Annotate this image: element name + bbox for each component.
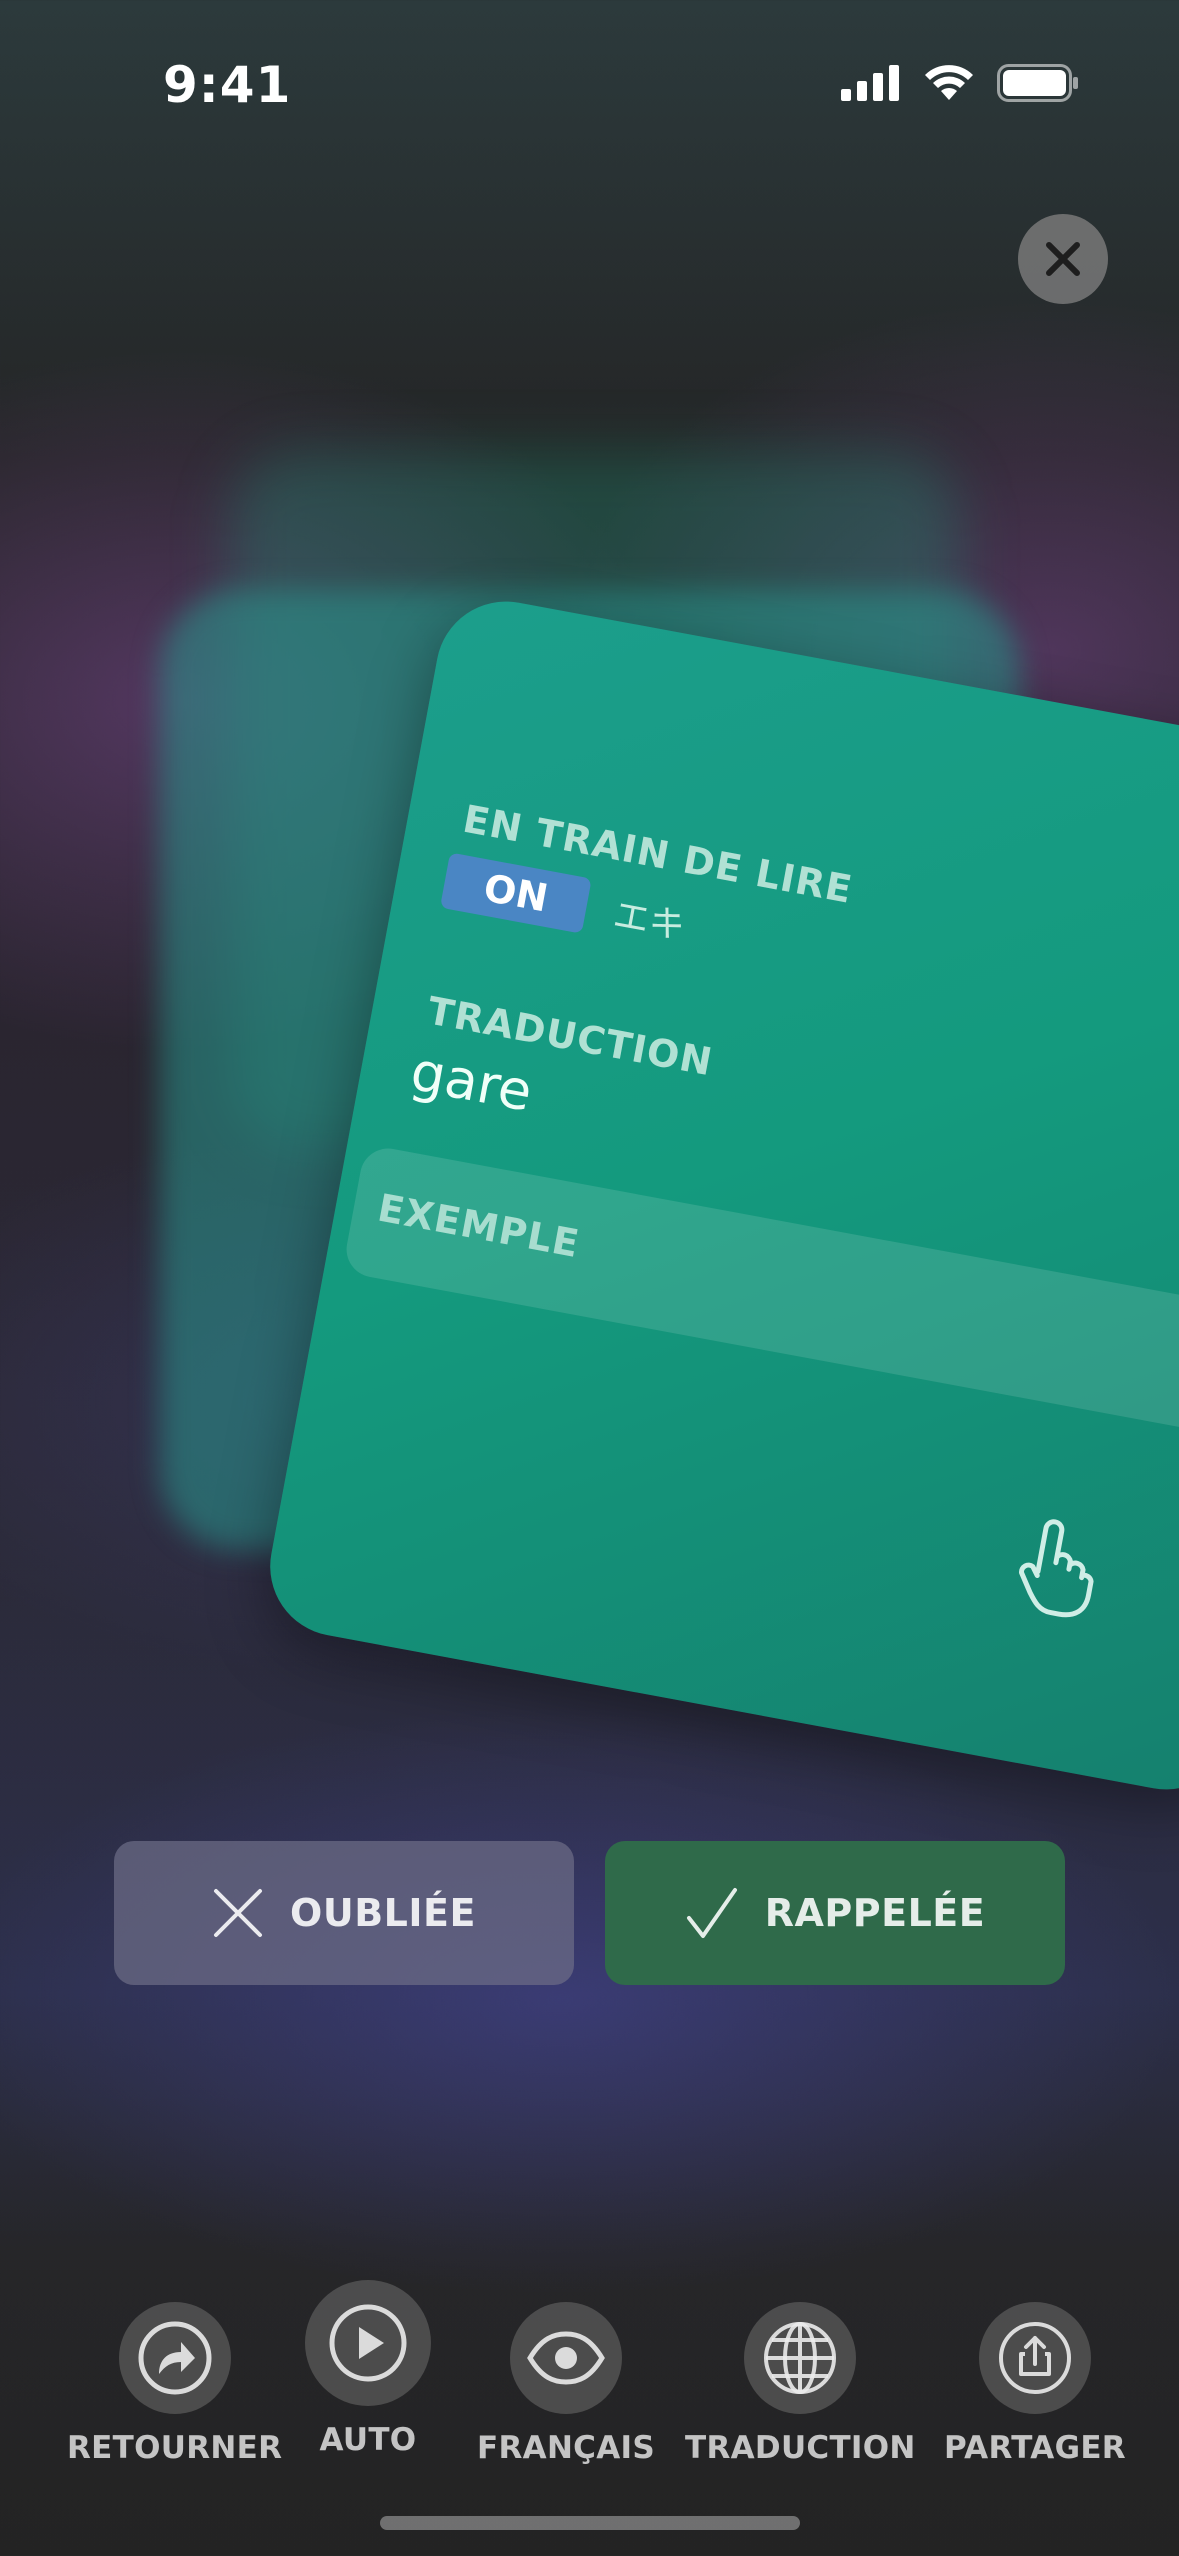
reading-kana: エキ	[609, 894, 689, 949]
translation-tool-label: TRADUCTION	[685, 2430, 916, 2466]
status-time: 9:41	[163, 56, 292, 114]
checkmark-icon	[686, 1888, 737, 1938]
share-button[interactable]	[978, 2302, 1091, 2414]
forgot-button[interactable]: OUBLIÉE	[114, 1841, 574, 1985]
share-icon	[998, 2322, 1071, 2394]
share-label: PARTAGER	[944, 2430, 1126, 2466]
tap-hand-icon	[1008, 1511, 1106, 1628]
play-icon	[329, 2304, 407, 2382]
close-button[interactable]	[1018, 214, 1108, 304]
example-label: EXEMPLE	[374, 1185, 583, 1267]
recalled-button[interactable]: RAPPELÉE	[605, 1841, 1065, 1985]
globe-icon	[764, 2322, 837, 2394]
eye-icon	[527, 2331, 605, 2385]
auto-tool[interactable]: AUTO	[305, 2280, 431, 2458]
translation-tool[interactable]: TRADUCTION	[685, 2302, 916, 2466]
bottom-toolbar: RETOURNER AUTO FRANÇAIS TRADUCTION PARTA…	[0, 2270, 1179, 2490]
wifi-icon	[925, 65, 973, 100]
translation-button[interactable]	[744, 2302, 857, 2414]
flip-button[interactable]	[118, 2302, 231, 2414]
home-indicator[interactable]	[380, 2516, 800, 2530]
status-bar: 9:41	[0, 0, 1179, 170]
forgot-label: OUBLIÉE	[290, 1891, 476, 1935]
battery-icon	[997, 64, 1078, 102]
share-tool[interactable]: PARTAGER	[944, 2302, 1126, 2466]
cellular-signal-icon	[841, 65, 899, 101]
auto-button[interactable]	[305, 2280, 431, 2406]
close-icon	[1046, 242, 1080, 276]
status-icons	[841, 64, 1079, 102]
cross-icon	[214, 1889, 263, 1937]
recalled-label: RAPPELÉE	[764, 1891, 986, 1935]
auto-label: AUTO	[319, 2422, 417, 2458]
flip-tool[interactable]: RETOURNER	[67, 2302, 282, 2466]
translation-value: gare	[406, 1039, 538, 1124]
language-tool[interactable]: FRANÇAIS	[477, 2302, 655, 2466]
flip-arrow-icon	[138, 2321, 212, 2395]
reading-toggle[interactable]: ON	[439, 852, 592, 934]
flip-label: RETOURNER	[67, 2430, 283, 2466]
example-section[interactable]: EXEMPLE ‹	[341, 1143, 1179, 1454]
language-button[interactable]	[510, 2302, 622, 2414]
language-label: FRANÇAIS	[477, 2430, 655, 2466]
